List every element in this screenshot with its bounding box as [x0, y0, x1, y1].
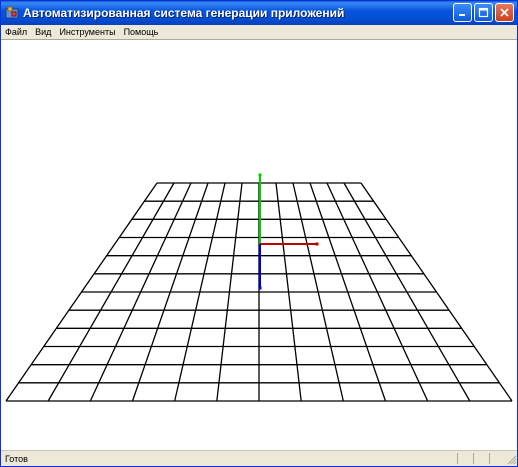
status-panel	[457, 453, 472, 464]
menu-tools[interactable]: Инструменты	[55, 25, 119, 39]
app-icon[interactable]	[5, 6, 19, 20]
close-icon	[500, 8, 509, 17]
application-window: Автоматизированная система генерации при…	[0, 0, 518, 467]
menu-view[interactable]: Вид	[31, 25, 55, 39]
status-text: Готов	[5, 453, 28, 464]
3d-viewport[interactable]	[1, 39, 517, 452]
menu-bar: Файл Вид Инструменты Помощь	[1, 25, 517, 39]
minimize-button[interactable]	[453, 3, 472, 22]
status-panel	[473, 453, 488, 464]
status-bar: Готов	[1, 450, 517, 466]
scene-canvas[interactable]	[1, 40, 517, 452]
menu-file[interactable]: Файл	[1, 25, 31, 39]
caption-buttons	[453, 3, 514, 22]
title-bar[interactable]: Автоматизированная система генерации при…	[1, 1, 517, 25]
axis-y-end	[258, 173, 262, 177]
axis-x-end	[315, 242, 319, 246]
axis-z-end	[258, 286, 262, 290]
resize-grip-icon[interactable]	[505, 453, 517, 465]
close-button[interactable]	[495, 3, 514, 22]
maximize-icon	[478, 7, 489, 18]
minimize-icon	[459, 14, 465, 16]
menu-help[interactable]: Помощь	[120, 25, 163, 39]
maximize-button[interactable]	[474, 3, 493, 22]
status-panel	[489, 453, 504, 464]
window-title: Автоматизированная система генерации при…	[23, 6, 345, 20]
